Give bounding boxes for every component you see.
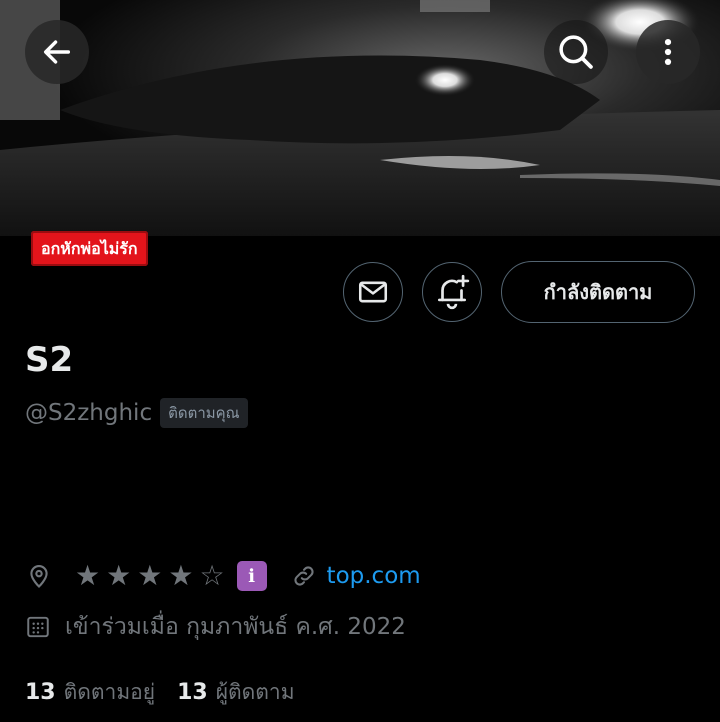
arrow-left-icon (43, 40, 71, 64)
back-button[interactable] (25, 20, 89, 84)
profile-banner[interactable] (0, 0, 720, 236)
star-icon: ★ (106, 559, 132, 592)
display-name: S2 (25, 340, 74, 380)
search-icon (559, 35, 593, 69)
profile-page: อกหักพ่อไม่รัก กำลังติดตาม S2 @S2zhghic … (0, 0, 720, 722)
info-emoji-icon: ℹ (236, 561, 267, 591)
more-button[interactable] (636, 20, 700, 84)
followers-stat[interactable]: 13 ผู้ติดตาม (177, 676, 294, 709)
handle-row: @S2zhghic ติดตามคุณ (25, 398, 248, 428)
following-label: ติดตามอยู่ (63, 679, 156, 704)
search-button[interactable] (544, 20, 608, 84)
profile-meta-row: ★ ★ ★ ★ ☆ ℹ top.com (25, 556, 421, 596)
joined-row: เข้าร่วมเมื่อ กุมภาพันธ์ ค.ศ. 2022 (25, 608, 406, 646)
banner-label: อกหักพ่อไม่รัก (31, 231, 148, 266)
follow-stats: 13 ติดตามอยู่ 13 ผู้ติดตาม (25, 672, 295, 712)
following-stat[interactable]: 13 ติดตามอยู่ (25, 676, 155, 709)
star-outline-icon: ☆ (199, 559, 225, 592)
website-link[interactable]: top.com (327, 563, 421, 589)
location-icon (30, 565, 48, 588)
more-vertical-icon (664, 38, 672, 66)
message-button[interactable] (343, 262, 403, 322)
mail-icon (358, 281, 388, 303)
following-count: 13 (25, 679, 56, 705)
star-icon: ★ (168, 559, 194, 592)
following-button[interactable]: กำลังติดตาม (501, 261, 695, 323)
link-icon (294, 566, 314, 586)
bell-plus-icon (437, 274, 470, 310)
notify-button[interactable] (422, 262, 482, 322)
user-handle: @S2zhghic (25, 400, 153, 426)
followers-label: ผู้ติดตาม (215, 679, 295, 704)
joined-date: เข้าร่วมเมื่อ กุมภาพันธ์ ค.ศ. 2022 (65, 614, 406, 640)
followers-count: 13 (177, 679, 208, 705)
follows-you-badge: ติดตามคุณ (160, 398, 248, 428)
rating-stars: ★ ★ ★ ★ ☆ (75, 562, 225, 590)
star-icon: ★ (137, 559, 163, 592)
calendar-icon (27, 616, 49, 638)
star-icon: ★ (75, 559, 101, 592)
banner-image (0, 0, 720, 236)
